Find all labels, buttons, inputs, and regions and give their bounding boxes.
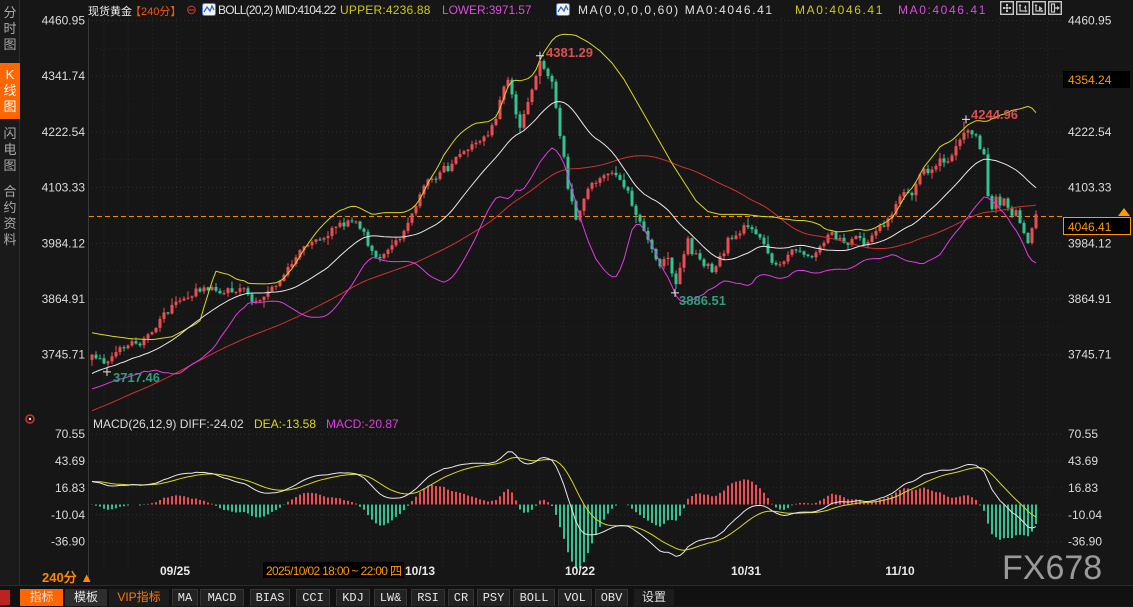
svg-text:10/22: 10/22 <box>565 564 595 578</box>
svg-text:16.83: 16.83 <box>55 481 85 495</box>
svg-text:3864.91: 3864.91 <box>42 292 86 306</box>
svg-text:09/25: 09/25 <box>160 564 190 578</box>
svg-text:4341.74: 4341.74 <box>42 69 86 83</box>
svg-text:3984.12: 3984.12 <box>1068 236 1112 250</box>
svg-text:DEA:-13.58: DEA:-13.58 <box>254 417 316 431</box>
svg-text:3745.71: 3745.71 <box>42 348 86 362</box>
svg-text:3864.91: 3864.91 <box>1068 292 1112 306</box>
svg-text:MACD(26,12,9) DIFF:-24.02: MACD(26,12,9) DIFF:-24.02 <box>93 417 244 431</box>
svg-text:70.55: 70.55 <box>55 427 85 441</box>
svg-text:10/31: 10/31 <box>731 564 761 578</box>
svg-text:4103.33: 4103.33 <box>42 181 86 195</box>
svg-text:4222.54: 4222.54 <box>1068 125 1112 139</box>
svg-text:4222.54: 4222.54 <box>42 125 86 139</box>
svg-text:10/13: 10/13 <box>405 564 435 578</box>
svg-text:4103.33: 4103.33 <box>1068 181 1112 195</box>
svg-text:3745.71: 3745.71 <box>1068 348 1112 362</box>
svg-text:-36.90: -36.90 <box>1068 535 1102 549</box>
svg-text:4244.96: 4244.96 <box>971 107 1018 122</box>
svg-text:240分 ▲: 240分 ▲ <box>42 570 93 585</box>
svg-text:3717.46: 3717.46 <box>113 370 160 385</box>
svg-text:4354.24: 4354.24 <box>1068 73 1112 87</box>
svg-text:4381.29: 4381.29 <box>546 45 593 60</box>
svg-text:-10.04: -10.04 <box>1068 508 1102 522</box>
svg-text:43.69: 43.69 <box>55 454 85 468</box>
svg-text:43.69: 43.69 <box>1068 454 1098 468</box>
svg-text:-10.04: -10.04 <box>51 508 85 522</box>
svg-text:4046.41: 4046.41 <box>1068 220 1112 234</box>
svg-text:FX678: FX678 <box>1002 549 1102 587</box>
svg-text:16.83: 16.83 <box>1068 481 1098 495</box>
svg-text:3886.51: 3886.51 <box>679 293 726 308</box>
svg-text:MACD:-20.87: MACD:-20.87 <box>326 417 399 431</box>
svg-text:3984.12: 3984.12 <box>42 236 86 250</box>
svg-text:70.55: 70.55 <box>1068 427 1098 441</box>
svg-text:2025/10/02 18:00 ~ 22:00 四: 2025/10/02 18:00 ~ 22:00 四 <box>266 564 402 578</box>
svg-text:11/10: 11/10 <box>885 564 915 578</box>
svg-text:-36.90: -36.90 <box>51 535 85 549</box>
